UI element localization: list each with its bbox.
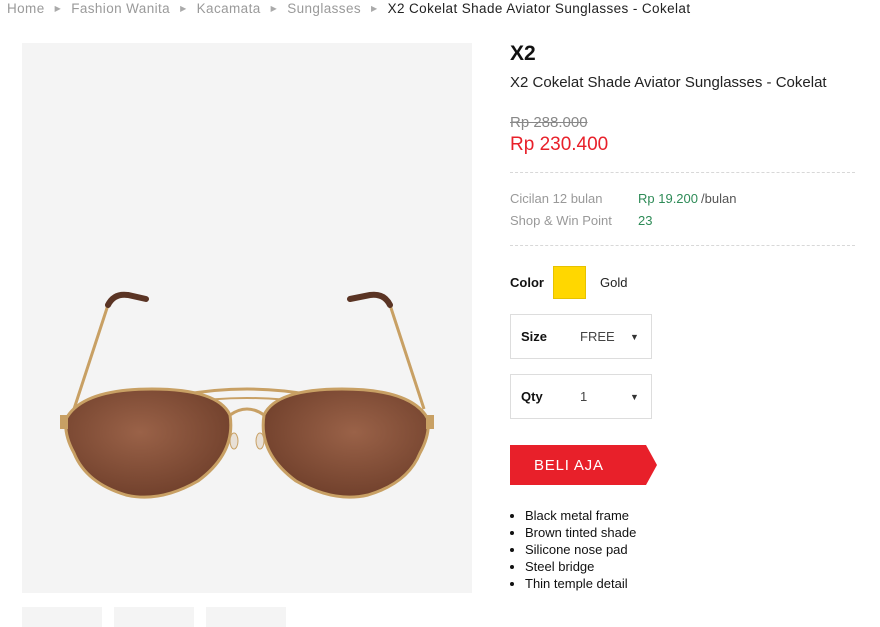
breadcrumb-fashion-wanita[interactable]: Fashion Wanita xyxy=(71,1,170,16)
size-select[interactable]: Size FREE ▼ xyxy=(510,314,652,359)
thumbnail[interactable] xyxy=(114,607,194,627)
qty-label: Qty xyxy=(521,389,543,404)
installment-suffix: /bulan xyxy=(701,191,737,206)
thumbnail[interactable] xyxy=(22,607,102,627)
caret-down-icon: ▼ xyxy=(630,331,639,342)
product-image[interactable] xyxy=(22,43,472,593)
color-option: Color Gold xyxy=(510,266,855,299)
sunglasses-image xyxy=(60,291,434,499)
brand-name[interactable]: X2 xyxy=(510,42,855,66)
list-item: Thin temple detail xyxy=(525,575,855,592)
installment-label: Cicilan 12 bulan xyxy=(510,191,603,206)
thumbnail-strip xyxy=(22,607,286,627)
chevron-right-icon: ▶ xyxy=(371,3,378,13)
chevron-right-icon: ▶ xyxy=(180,3,187,13)
breadcrumb-kacamata[interactable]: Kacamata xyxy=(197,1,261,16)
chevron-right-icon: ▶ xyxy=(54,3,62,13)
list-item: Brown tinted shade xyxy=(525,524,855,541)
size-label: Size xyxy=(521,329,548,344)
breadcrumb: Home ▶ Fashion Wanita ▶ Kacamata ▶ Sungl… xyxy=(7,0,690,16)
list-item: Black metal frame xyxy=(525,507,855,524)
points-row: Shop & Win Point 23 xyxy=(510,210,855,232)
color-label: Color xyxy=(510,275,544,290)
product-info: X2 X2 Cokelat Shade Aviator Sunglasses -… xyxy=(510,42,855,592)
list-item: Steel bridge xyxy=(525,558,855,575)
sale-price: Rp 230.400 xyxy=(510,134,609,155)
breadcrumb-home[interactable]: Home xyxy=(7,1,45,16)
original-price: Rp 288.000 xyxy=(510,114,588,131)
buy-now-button[interactable]: BELI AJA xyxy=(510,445,657,485)
payment-info: Cicilan 12 bulan Rp 19.200 /bulan Shop &… xyxy=(510,188,855,232)
caret-down-icon: ▼ xyxy=(630,391,639,402)
divider xyxy=(510,245,855,246)
qty-select[interactable]: Qty 1 ▼ xyxy=(510,374,652,419)
points-label: Shop & Win Point xyxy=(510,213,612,228)
list-item: Silicone nose pad xyxy=(525,541,855,558)
points-value: 23 xyxy=(638,213,653,228)
chevron-right-icon: ▶ xyxy=(270,3,278,13)
qty-value: 1 xyxy=(580,389,588,404)
divider xyxy=(510,172,855,173)
breadcrumb-current: X2 Cokelat Shade Aviator Sunglasses - Co… xyxy=(387,0,691,16)
installment-row: Cicilan 12 bulan Rp 19.200 /bulan xyxy=(510,188,855,210)
thumbnail[interactable] xyxy=(206,607,286,627)
size-value: FREE xyxy=(580,329,615,344)
installment-value: Rp 19.200 xyxy=(638,191,698,206)
color-swatch-gold[interactable] xyxy=(553,266,586,299)
color-name: Gold xyxy=(600,275,628,290)
product-title: X2 Cokelat Shade Aviator Sunglasses - Co… xyxy=(510,74,827,91)
feature-list: Black metal frame Brown tinted shade Sil… xyxy=(510,507,855,592)
breadcrumb-sunglasses[interactable]: Sunglasses xyxy=(287,1,361,16)
